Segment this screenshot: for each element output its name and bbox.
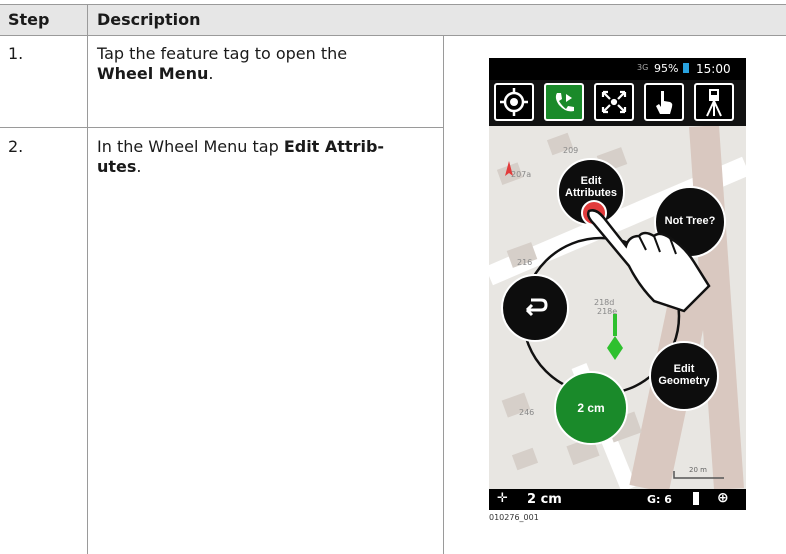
- header-step: Step: [8, 10, 50, 29]
- zoom-extent-icon[interactable]: [594, 83, 634, 121]
- battery-icon: [683, 63, 689, 73]
- total-station-icon[interactable]: [694, 83, 734, 121]
- description-period: .: [208, 64, 214, 83]
- column-divider: [443, 36, 444, 554]
- edit-attributes-label: Edit Attributes: [565, 175, 617, 199]
- hand-pointer-icon: [586, 209, 711, 313]
- phone-connect-icon[interactable]: [544, 83, 584, 121]
- description-bold: utes: [97, 157, 137, 176]
- signal-indicator: 3G: [637, 63, 649, 72]
- clock: 15:00: [696, 62, 731, 76]
- toolbar: [489, 80, 746, 126]
- touch-icon[interactable]: [644, 83, 684, 121]
- accuracy-label: 2 cm: [577, 401, 605, 415]
- map-view[interactable]: 216 218d 218e 246 209 207a 20 m Edit Att…: [489, 126, 746, 489]
- instrument-icon: [693, 492, 699, 505]
- step-description: In the Wheel Menu tap Edit Attrib- utes.: [97, 137, 437, 177]
- satellite-count: G: 6: [647, 493, 672, 506]
- edit-geometry-button[interactable]: Edit Geometry: [649, 341, 719, 411]
- description-text: In the Wheel Menu tap: [97, 137, 279, 156]
- description-text: Tap the feature tag to open the: [97, 44, 348, 63]
- crosshair-icon: ✛: [497, 491, 508, 506]
- bottom-accuracy: 2 cm: [527, 492, 562, 507]
- battery-percent: 95%: [654, 62, 679, 75]
- step-number: 1.: [8, 44, 24, 63]
- back-button[interactable]: [501, 274, 569, 342]
- column-divider: [87, 4, 88, 554]
- bottom-status-bar: ✛ 2 cm G: 6 ⊕: [489, 489, 746, 510]
- map-label: 246: [519, 408, 535, 417]
- row-divider: [0, 127, 444, 128]
- scale-label: 20 m: [689, 466, 707, 474]
- edit-geometry-label: Edit Geometry: [658, 363, 710, 387]
- locate-icon[interactable]: [494, 83, 534, 121]
- step-number: 2.: [8, 137, 24, 156]
- header-description: Description: [97, 10, 201, 29]
- description-bold: Wheel Menu: [97, 64, 209, 83]
- undo-arrow-icon: [525, 298, 548, 317]
- accuracy-button[interactable]: 2 cm: [554, 371, 628, 445]
- description-period: .: [136, 157, 142, 176]
- description-bold: Edit Attrib-: [283, 137, 385, 156]
- device-screenshot: 3G 95% 15:00 216 218d 218e 246 209 207a …: [489, 58, 746, 510]
- map-label: 209: [563, 146, 579, 155]
- table-header: Step Description: [0, 4, 786, 36]
- status-bar: 3G 95% 15:00: [489, 58, 746, 80]
- map-label: 207a: [511, 170, 532, 179]
- globe-icon[interactable]: ⊕: [717, 490, 729, 506]
- step-description: Tap the feature tag to open the Wheel Me…: [97, 44, 427, 84]
- figure-caption: 010276_001: [489, 513, 539, 522]
- map-label: 216: [517, 258, 533, 267]
